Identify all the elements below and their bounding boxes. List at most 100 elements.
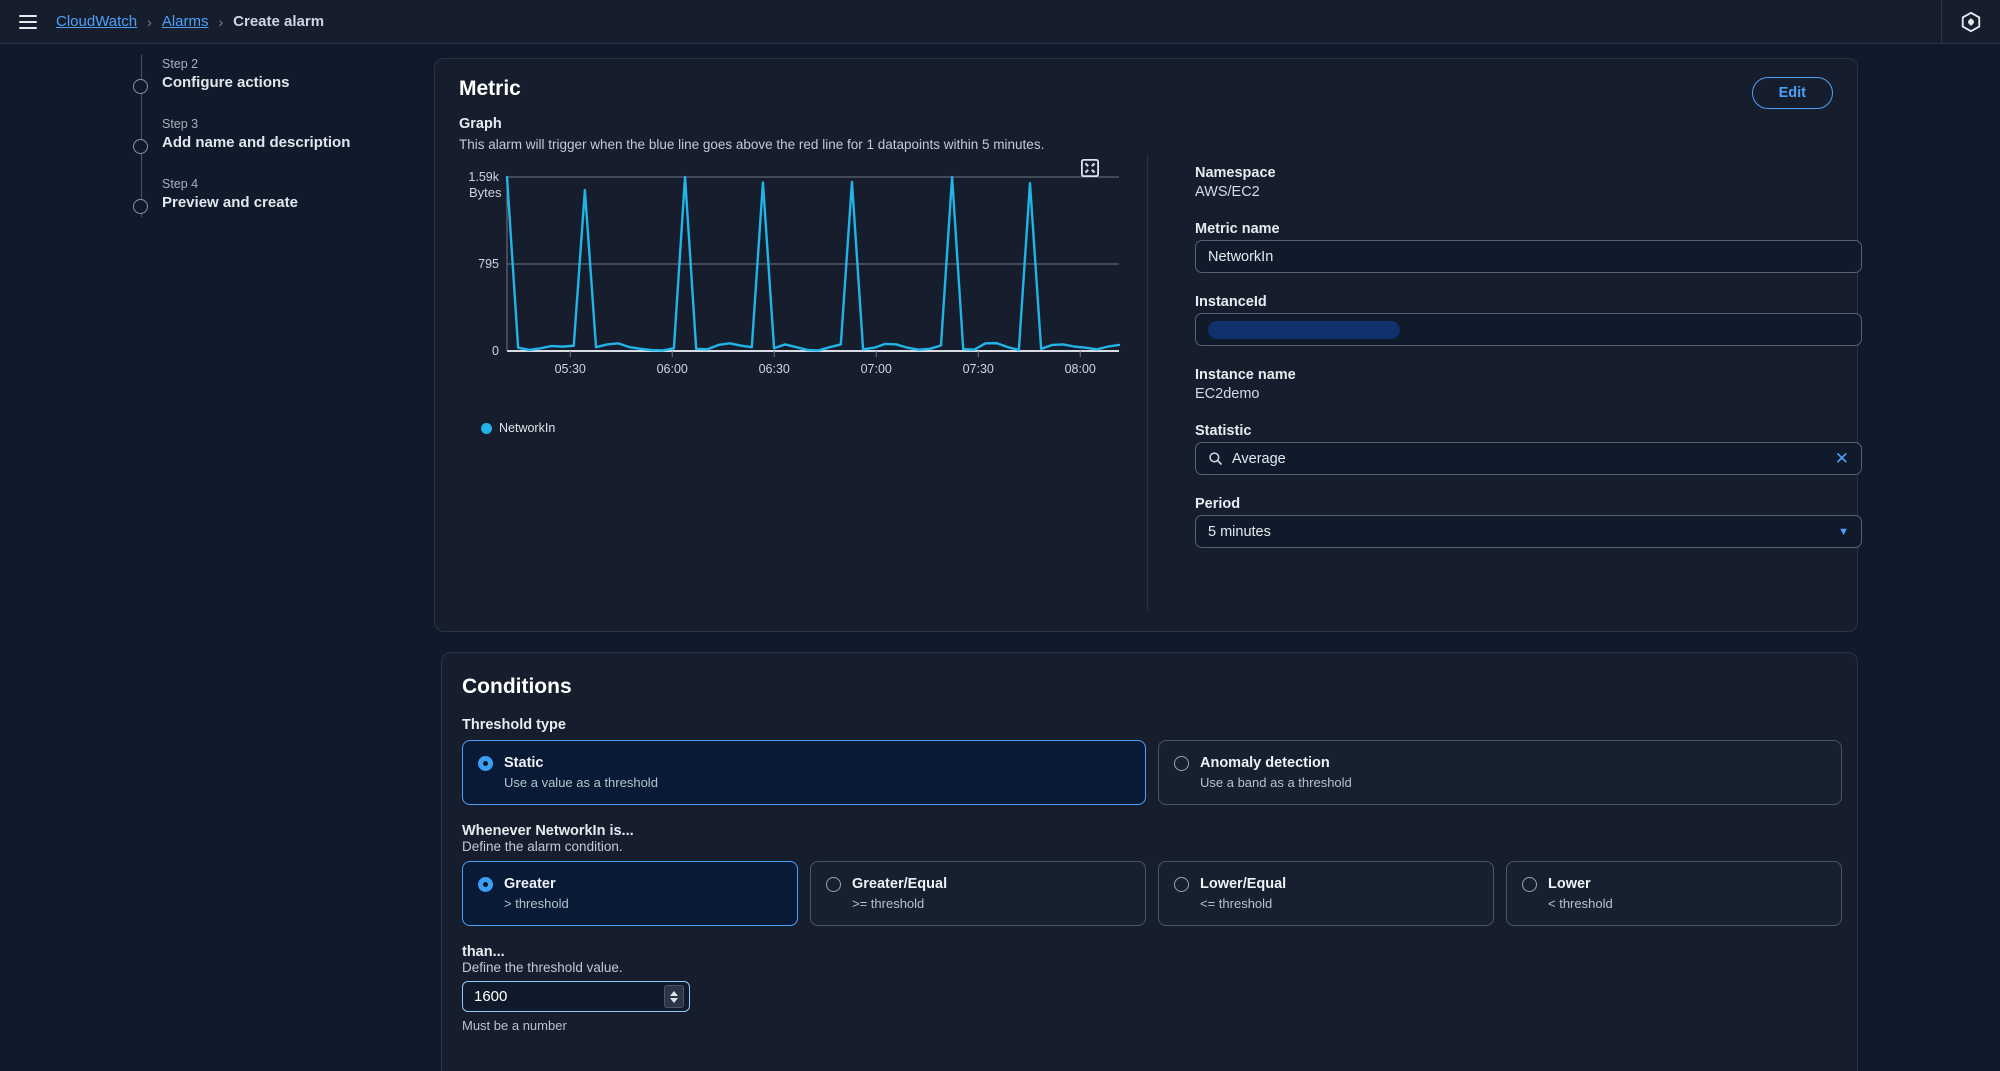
chart-plot-area: 1.59k 795 0 05:30 06:00 06:30 07:00 07:30 08:00 (468, 170, 1121, 376)
metric-name-label: Metric name (1195, 221, 1280, 237)
radio-icon[interactable] (478, 756, 493, 771)
conditions-title: Conditions (462, 675, 572, 698)
option-description: <= threshold (1200, 896, 1273, 911)
option-description: > threshold (504, 896, 569, 911)
metric-chart: Bytes 1.59k 795 0 05:30 06:00 06:30 07:00 07:30… (459, 159, 1149, 449)
threshold-value-field (462, 981, 690, 1012)
option-title: Lower (1548, 876, 1591, 892)
svg-text:06:30: 06:30 (759, 362, 790, 376)
sidebar-item-add-name-and-description[interactable]: Step 3 Add name and description (133, 115, 430, 175)
radio-icon[interactable] (826, 877, 841, 892)
radio-icon[interactable] (1522, 877, 1537, 892)
chart-legend: NetworkIn (481, 421, 555, 435)
breadcrumb-cloudwatch[interactable]: CloudWatch (56, 13, 137, 30)
field-instance-name: Instance name EC2demo (1195, 367, 1865, 402)
option-title: Lower/Equal (1200, 876, 1287, 892)
step-label: Preview and create (162, 194, 298, 211)
period-label: Period (1195, 496, 1241, 512)
option-description: Use a value as a threshold (504, 775, 658, 790)
statistic-select[interactable]: Average ✕ (1195, 442, 1862, 475)
svg-text:0: 0 (492, 344, 499, 358)
redacted-value-bar (1208, 320, 1400, 339)
instance-id-input[interactable] (1195, 313, 1862, 346)
metric-name-value: NetworkIn (1208, 248, 1274, 265)
step-number: Step 2 (162, 57, 199, 71)
sidebar-item-configure-actions[interactable]: Step 2 Configure actions (133, 55, 430, 115)
operator-greater-equal[interactable]: Greater/Equal >= threshold (810, 861, 1146, 926)
instance-id-label: InstanceId (1195, 294, 1267, 310)
field-instance-id: InstanceId (1195, 294, 1865, 346)
svg-text:05:30: 05:30 (555, 362, 586, 376)
stepper-down-icon[interactable] (670, 997, 678, 1003)
topbar-right-actions (1941, 0, 2000, 44)
legend-label: NetworkIn (499, 421, 556, 435)
search-icon (1209, 452, 1223, 466)
breadcrumb-alarms[interactable]: Alarms (162, 13, 209, 30)
radio-icon[interactable] (1174, 756, 1189, 771)
than-description: Define the threshold value. (462, 960, 623, 975)
svg-text:795: 795 (478, 257, 499, 271)
svg-text:06:00: 06:00 (657, 362, 688, 376)
clear-icon[interactable]: ✕ (1835, 450, 1849, 467)
edit-button[interactable]: Edit (1751, 77, 1833, 109)
namespace-value: AWS/EC2 (1195, 184, 1260, 200)
option-title: Greater/Equal (852, 876, 948, 892)
step-number: Step 3 (162, 117, 199, 131)
operator-options: Greater > threshold Greater/Equal >= thr… (462, 861, 1842, 926)
period-value: 5 minutes (1208, 523, 1271, 540)
instance-name-value: EC2demo (1195, 386, 1260, 402)
radio-icon[interactable] (1174, 877, 1189, 892)
option-description: < threshold (1548, 896, 1613, 911)
threshold-type-anomaly-detection[interactable]: Anomaly detection Use a band as a thresh… (1158, 740, 1842, 805)
step-indicator-circle (133, 139, 148, 154)
sidebar-item-preview-and-create[interactable]: Step 4 Preview and create (133, 175, 430, 235)
statistic-label: Statistic (1195, 423, 1252, 439)
operator-lower[interactable]: Lower < threshold (1506, 861, 1842, 926)
graph-heading: Graph (459, 116, 502, 132)
chart-y-axis-unit: Bytes (469, 185, 502, 200)
stepper-up-icon[interactable] (670, 990, 678, 996)
breadcrumb: CloudWatch › Alarms › Create alarm (56, 13, 324, 30)
namespace-label: Namespace (1195, 165, 1276, 181)
metric-name-input[interactable]: NetworkIn (1195, 240, 1862, 273)
fullscreen-expand-icon[interactable] (1081, 159, 1099, 177)
graph-description: This alarm will trigger when the blue li… (459, 137, 1045, 152)
conditions-body: Conditions Threshold type Static Use a v… (462, 675, 1842, 1033)
chevron-down-icon[interactable]: ▼ (1838, 526, 1849, 538)
operator-greater[interactable]: Greater > threshold (462, 861, 798, 926)
threshold-type-label: Threshold type (462, 717, 566, 733)
statistic-value: Average (1232, 450, 1286, 467)
operator-lower-equal[interactable]: Lower/Equal <= threshold (1158, 861, 1494, 926)
than-label: than... (462, 944, 505, 960)
aws-hexagon-icon[interactable] (1960, 11, 1982, 33)
page-title: Metric (459, 77, 521, 100)
field-period: Period 5 minutes ▼ (1195, 496, 1865, 548)
step-label: Configure actions (162, 74, 290, 91)
option-description: Use a band as a threshold (1200, 775, 1352, 790)
field-namespace: Namespace AWS/EC2 (1195, 165, 1865, 200)
radio-icon[interactable] (478, 877, 493, 892)
metric-details-form: Namespace AWS/EC2 Metric name NetworkIn … (1195, 165, 1865, 569)
chevron-right-icon: › (147, 13, 152, 30)
top-navigation-bar: CloudWatch › Alarms › Create alarm (0, 0, 2000, 44)
option-title: Static (504, 755, 544, 771)
threshold-hint: Must be a number (462, 1018, 567, 1033)
period-select[interactable]: 5 minutes ▼ (1195, 515, 1862, 548)
threshold-type-static[interactable]: Static Use a value as a threshold (462, 740, 1146, 805)
metric-panel: Metric Edit Graph This alarm will trigge… (434, 58, 1862, 632)
svg-text:1.59k: 1.59k (468, 170, 499, 184)
quantity-stepper[interactable] (664, 985, 684, 1008)
option-title: Anomaly detection (1200, 755, 1330, 771)
conditions-panel: Conditions Threshold type Static Use a v… (441, 652, 1858, 1071)
chevron-right-icon: › (218, 13, 224, 30)
threshold-value-input[interactable] (462, 981, 690, 1012)
option-title: Greater (504, 876, 556, 892)
hamburger-menu-icon[interactable] (14, 8, 42, 36)
whenever-label: Whenever NetworkIn is... (462, 823, 634, 839)
threshold-type-options: Static Use a value as a threshold Anomal… (462, 740, 1842, 805)
svg-text:07:00: 07:00 (861, 362, 892, 376)
step-indicator-circle (133, 199, 148, 214)
legend-color-swatch (481, 422, 492, 434)
svg-text:08:00: 08:00 (1065, 362, 1096, 376)
steps-navigation: Step 2 Configure actions Step 3 Add name… (133, 55, 430, 235)
